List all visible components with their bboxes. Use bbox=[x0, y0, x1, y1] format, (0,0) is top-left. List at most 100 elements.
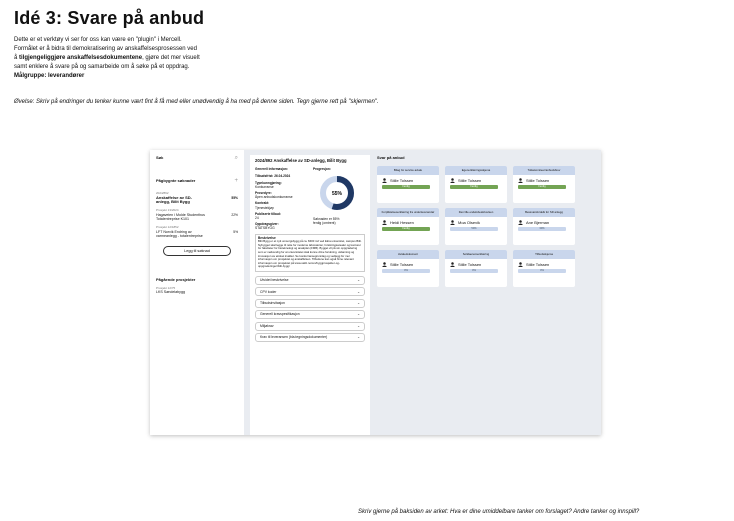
accordion-item[interactable]: Generell kravspesifikasjon ⌄ bbox=[255, 310, 365, 320]
status-bar: 50% bbox=[450, 227, 498, 231]
document-card[interactable]: Egenerklæringsskjema Stille Tolssen Ferdig bbox=[445, 166, 507, 203]
accordion-item[interactable]: Tilbudsinvitasjon ⌄ bbox=[255, 298, 365, 308]
progress-percent: 22% bbox=[231, 213, 238, 218]
intro-line-1: Dette er et verktøy vi ser for oss kan v… bbox=[14, 37, 182, 43]
accordion-item[interactable]: Krav til leveransen (bla.tegningsdokumen… bbox=[255, 332, 365, 342]
search-label: Søk bbox=[156, 154, 164, 160]
status-bar: 0% bbox=[382, 269, 430, 273]
description-box: Beskrivelse Bilit Bygg er et nytt omsorg… bbox=[255, 233, 365, 272]
progress-percent: 5% bbox=[233, 230, 238, 235]
assignee-name: Heidi Hessen bbox=[390, 220, 414, 225]
add-application-button[interactable]: Legg til søknad bbox=[163, 245, 231, 256]
list-item[interactable]: Prosjekt 13/2024 Hagaveien i Molde Studen… bbox=[156, 208, 238, 222]
info-field: Publiserte tilbud: 24 bbox=[255, 211, 282, 221]
assignee: Stille Tolssen bbox=[382, 261, 435, 268]
assignee: Ane Bjerman bbox=[518, 219, 571, 226]
card-title: Bessvarsfordelk for SD anlegg bbox=[513, 208, 575, 217]
assignee: Stille Tolssen bbox=[518, 261, 571, 268]
progress-percent: 55% bbox=[231, 196, 238, 201]
user-icon bbox=[382, 178, 387, 183]
document-card-grid: Bilag for service avtale Stille Tolssen Fe… bbox=[377, 166, 597, 287]
chevron-down-icon: ⌄ bbox=[357, 289, 360, 294]
user-icon bbox=[382, 262, 387, 267]
user-icon bbox=[518, 220, 523, 225]
card-title: Bilag for service avtale bbox=[377, 166, 439, 175]
assignee-name: Ane Bjerman bbox=[526, 220, 550, 225]
status-bar: 0% bbox=[518, 269, 566, 273]
add-icon[interactable]: + bbox=[234, 178, 238, 184]
accordion-item[interactable]: Miljøkrav ⌄ bbox=[255, 321, 365, 331]
assignee: Moa Olsevik bbox=[450, 219, 503, 226]
intro-line-2: Formålet er å bidra til demokratisering … bbox=[14, 46, 197, 52]
user-icon bbox=[518, 178, 523, 183]
document-card[interactable]: Den lille endelsbeskrivelsen Moa Olsevik 5… bbox=[445, 208, 507, 245]
document-card[interactable]: Solidaerenserklæring Stille Tolssen 0% bbox=[445, 250, 507, 287]
user-icon bbox=[518, 262, 523, 267]
status-bar: Ferdig bbox=[382, 185, 430, 189]
user-icon bbox=[450, 262, 455, 267]
info-field: Prosedyre: Åpen anbudskonkurranse bbox=[255, 191, 293, 200]
card-title: Tolkekomiteer/anbudsbrev bbox=[513, 166, 575, 175]
document-card[interactable]: Avtaledokument Stille Tolssen 0% bbox=[377, 250, 439, 287]
document-card[interactable]: Tilbudsskjema Stille Tolssen 0% bbox=[513, 250, 575, 287]
assignee: Stille Tolssen bbox=[450, 261, 503, 268]
recent-header: Pågbygnte søknader + bbox=[156, 178, 238, 184]
description-body: Bilit Bygg er et nytt omsorgsbygg på ca.… bbox=[258, 239, 362, 269]
status-bar: Ferdig bbox=[518, 185, 566, 189]
assignee-name: Stille Tolssen bbox=[526, 262, 550, 267]
status-bar: Ferdig bbox=[450, 185, 498, 189]
search-row[interactable]: Søk ⌕ bbox=[156, 155, 238, 161]
page-title: Idé 3: Svare på anbud bbox=[14, 8, 205, 28]
list-item[interactable]: Prosjekt 12/1852 LFT Norvik Endring av var… bbox=[156, 225, 238, 239]
chevron-down-icon: ⌄ bbox=[357, 301, 360, 306]
sidebar: Søk ⌕ Pågbygnte søknader + 2024/892 Anska… bbox=[150, 150, 244, 435]
progress-label: Progresjon: bbox=[313, 167, 331, 172]
search-icon[interactable]: ⌕ bbox=[235, 155, 238, 161]
assignee: Stille Tolssen bbox=[450, 177, 503, 184]
app-screenshot: Søk ⌕ Pågbygnte søknader + 2024/892 Anska… bbox=[150, 150, 601, 435]
chevron-down-icon: ⌄ bbox=[357, 278, 360, 283]
intro-line-3: å tilgjengeliggjøre anskaffelsesdokument… bbox=[14, 55, 200, 61]
exercise-text: Øvelse: Skriv på endringer du tenker kun… bbox=[14, 99, 379, 105]
card-title: Tilbudsskjema bbox=[513, 250, 575, 259]
bid-response-panel: Svar på anbud Bilag for service avtale St… bbox=[377, 155, 597, 287]
info-field: Typekunngjøring: Konkurranse bbox=[255, 180, 282, 189]
progress-note-2: ferdig (omtrent) bbox=[313, 220, 336, 225]
document-card[interactable]: Bessvarsfordelk for SD anlegg Ane Bjerman… bbox=[513, 208, 575, 245]
status-bar: 30% bbox=[518, 227, 566, 231]
recent-title: Pågbygnte søknader bbox=[156, 177, 196, 183]
user-icon bbox=[450, 178, 455, 183]
general-info-label: Generell informasjon: bbox=[255, 167, 288, 172]
card-title: Forpliktelseserklæring fra underleverand… bbox=[377, 208, 439, 217]
document-card[interactable]: Bilag for service avtale Stille Tolssen Fe… bbox=[377, 166, 439, 203]
info-field: Kontrakt: Tjenestekjøp bbox=[255, 201, 274, 210]
assignee-name: Stille Tolssen bbox=[526, 178, 550, 183]
accordion-item[interactable]: Utvidet beskrivelse ⌄ bbox=[255, 275, 365, 285]
tender-detail-panel: 2024/892 Anskaffelse av SD-anlegg, Bilit… bbox=[250, 155, 370, 435]
status-bar: Ferdig bbox=[382, 227, 430, 231]
assignee-name: Moa Olsevik bbox=[458, 220, 481, 225]
bid-panel-title: Svar på anbud bbox=[377, 155, 405, 160]
target-group: Målgruppe: leverandører bbox=[14, 73, 85, 79]
user-icon bbox=[450, 220, 455, 225]
intro-line-4: samt enklere å svare på og samarbeide om… bbox=[14, 64, 190, 70]
assignee-name: Stille Tolssen bbox=[390, 178, 414, 183]
accordion-list: Utvidet beskrivelse ⌄ CPV koder ⌄ Tilbudsi… bbox=[255, 275, 365, 342]
card-title: Den lille endelsbeskrivelsen bbox=[445, 208, 507, 217]
info-field: Oppdragsgiver: STATSBYGG bbox=[255, 222, 279, 231]
list-item[interactable]: 2024/892 Anskaffelse av SD-anlegg, Bilit … bbox=[156, 191, 238, 205]
footer-text: Skriv gjerne på baksiden av arket: Hva e… bbox=[358, 509, 640, 515]
document-card[interactable]: Forpliktelseserklæring fra underleverand… bbox=[377, 208, 439, 245]
chevron-down-icon: ⌄ bbox=[357, 323, 360, 328]
list-item[interactable]: Prosjekt 12/75 LKS Søndelabygg bbox=[156, 286, 238, 295]
user-icon bbox=[382, 220, 387, 225]
assignee: Stille Tolssen bbox=[518, 177, 571, 184]
detail-title: 2024/892 Anskaffelse av SD-anlegg, Bilit… bbox=[255, 158, 347, 163]
assignee-name: Stille Tolssen bbox=[458, 178, 482, 183]
info-field: Tilbudsfrist: 26.04.2024 bbox=[255, 174, 291, 179]
ongoing-title: Pågående prosjekter bbox=[156, 276, 196, 282]
assignee: Stille Tolssen bbox=[382, 177, 435, 184]
assignee-name: Stille Tolssen bbox=[390, 262, 414, 267]
accordion-item[interactable]: CPV koder ⌄ bbox=[255, 287, 365, 297]
document-card[interactable]: Tolkekomiteer/anbudsbrev Stille Tolssen Fe… bbox=[513, 166, 575, 203]
